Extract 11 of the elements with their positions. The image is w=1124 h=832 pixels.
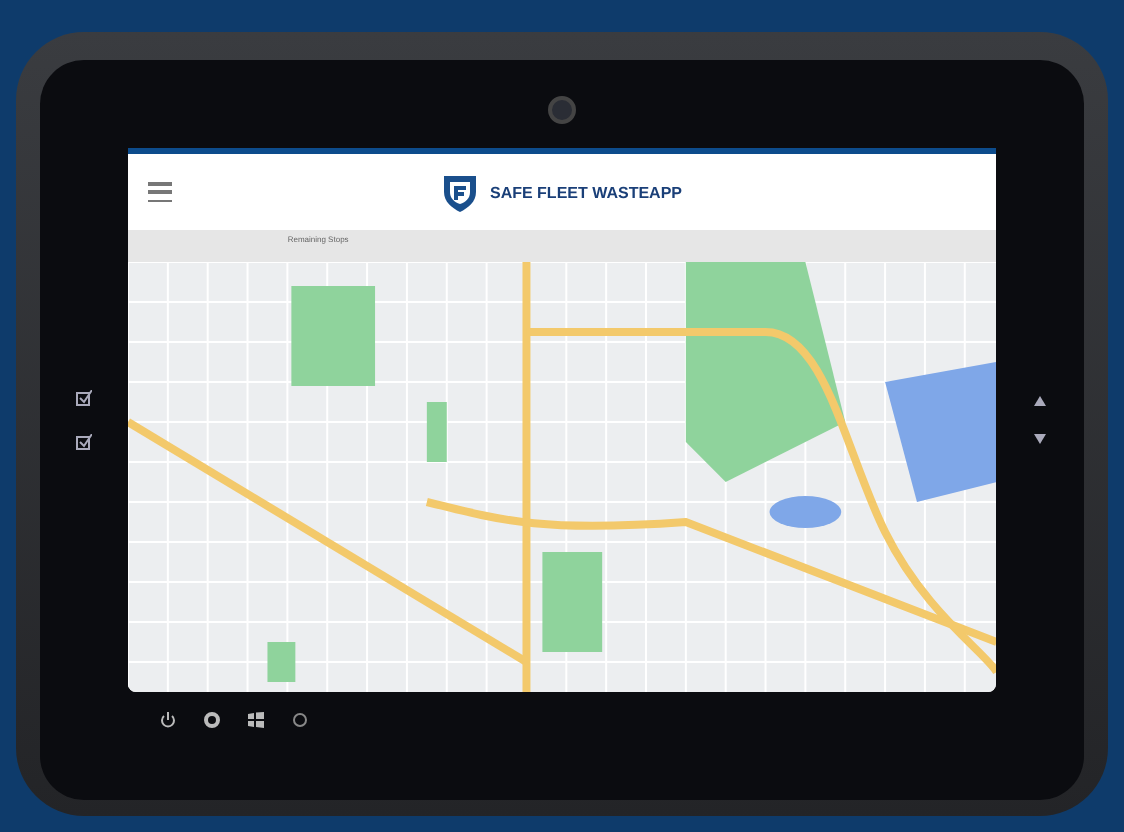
windows-icon[interactable]	[248, 712, 264, 728]
shield-logo-icon	[441, 172, 478, 212]
up-arrow-icon[interactable]	[1034, 396, 1047, 406]
checkbox-icon[interactable]	[75, 434, 92, 450]
app-title: SAFE FLEET WASTEAPP	[489, 183, 682, 201]
down-arrow-icon[interactable]	[1034, 434, 1047, 444]
menu-button[interactable]	[147, 182, 172, 202]
checkbox-icon[interactable]	[75, 390, 92, 406]
camera-icon	[548, 96, 576, 124]
power-icon[interactable]	[160, 712, 176, 728]
circle-icon[interactable]	[292, 712, 308, 728]
